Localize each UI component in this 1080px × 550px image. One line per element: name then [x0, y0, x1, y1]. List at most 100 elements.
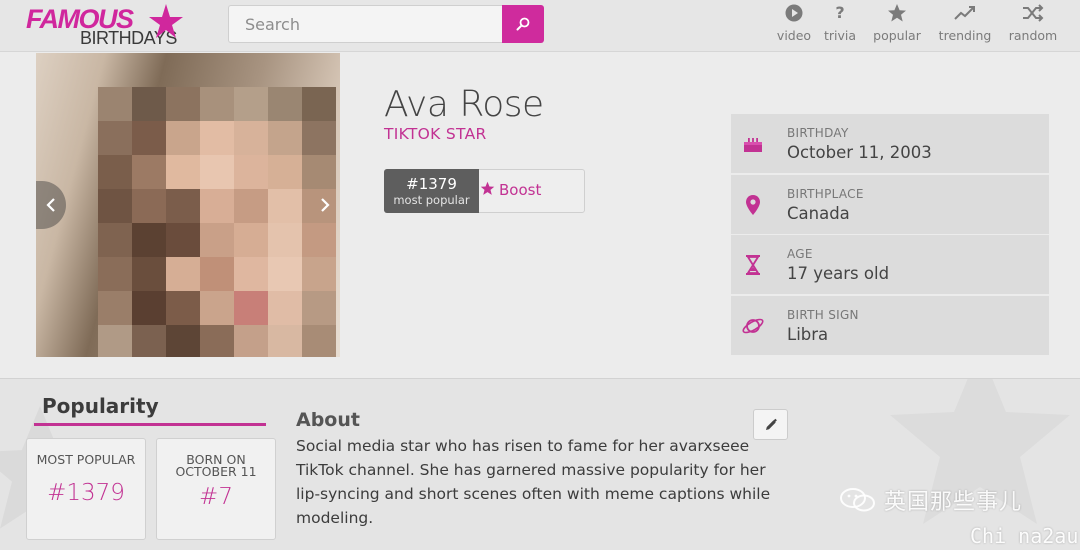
mosaic-pixel — [98, 291, 132, 325]
mosaic-pixel — [166, 189, 200, 223]
mosaic-pixel — [302, 121, 336, 155]
fact-label: BIRTHPLACE — [787, 187, 864, 201]
rank-badge[interactable]: #1379 most popular — [384, 169, 479, 213]
mosaic-pixel — [302, 291, 336, 325]
nav-label: random — [1008, 28, 1058, 43]
mosaic-pixel — [234, 325, 268, 357]
mosaic-pixel — [132, 291, 166, 325]
rank-number: #1379 — [406, 175, 457, 193]
fact-birth-sign: BIRTH SIGN Libra — [731, 296, 1049, 355]
mosaic-pixel — [132, 223, 166, 257]
watermark-text: 英国那些事儿 — [884, 490, 1023, 515]
nav-popular[interactable]: popular — [872, 3, 922, 49]
mosaic-pixel — [234, 87, 268, 121]
fact-birthplace: BIRTHPLACE Canada — [731, 175, 1049, 234]
mosaic-pixel — [302, 87, 336, 121]
pencil-icon — [765, 418, 777, 430]
facts-panel: BIRTHDAY October 11, 2003 BIRTHPLACE Can… — [731, 114, 1049, 355]
search-button[interactable] — [502, 5, 544, 43]
search-bar — [228, 5, 544, 43]
nav-label: video — [776, 28, 812, 43]
boost-button[interactable]: Boost — [480, 181, 541, 199]
mosaic-pixel — [132, 257, 166, 291]
hourglass-icon — [746, 255, 760, 275]
location-pin-icon — [746, 195, 760, 215]
nav-video[interactable]: video — [774, 3, 814, 49]
nav-trivia[interactable]: ? trivia — [822, 3, 858, 49]
mosaic-pixel — [200, 223, 234, 257]
fact-value[interactable]: October 11, 2003 — [787, 143, 932, 162]
edit-button[interactable] — [753, 409, 788, 440]
mosaic-pixel — [166, 155, 200, 189]
fact-birthday: BIRTHDAY October 11, 2003 — [731, 114, 1049, 173]
mosaic-pixel — [268, 155, 302, 189]
cake-icon — [744, 138, 762, 152]
mosaic-pixel — [132, 87, 166, 121]
fact-value[interactable]: Libra — [787, 325, 828, 344]
photo-next-button[interactable] — [310, 181, 340, 229]
card-value: #1379 — [47, 480, 125, 506]
mosaic-pixel — [268, 257, 302, 291]
profession-link[interactable]: TIKTOK STAR — [384, 125, 487, 143]
mosaic-pixel — [234, 189, 268, 223]
mosaic-pixel — [268, 325, 302, 357]
card-caption-line2: OCTOBER 11 — [175, 464, 257, 479]
mosaic-pixel — [200, 87, 234, 121]
mosaic-pixel — [98, 87, 132, 121]
nav-label: trending — [938, 28, 992, 43]
chevron-right-icon — [321, 198, 330, 212]
profile-photo — [36, 53, 340, 357]
popularity-title: Popularity — [42, 394, 159, 418]
mosaic-pixel — [166, 87, 200, 121]
mosaic-pixel — [268, 223, 302, 257]
mosaic-pixel — [234, 121, 268, 155]
mosaic-pixel — [200, 291, 234, 325]
celebrity-name: Ava Rose — [384, 84, 544, 125]
mosaic-pixel — [268, 189, 302, 223]
popularity-card-most-popular[interactable]: MOST POPULAR #1379 — [26, 438, 146, 540]
site-header: FAMOUS BIRTHDAYS video ? trivia — [0, 0, 1080, 52]
mosaic-pixel — [166, 291, 200, 325]
mosaic-pixel — [200, 325, 234, 357]
mosaic-pixel — [98, 189, 132, 223]
fact-value[interactable]: Canada — [787, 204, 850, 223]
mosaic-pixel — [132, 325, 166, 357]
about-text: Social media star who has risen to fame … — [296, 437, 771, 527]
question-icon: ? — [835, 3, 845, 22]
logo-star-icon — [149, 4, 183, 38]
rank-boost-widget: #1379 most popular Boost — [384, 169, 585, 213]
boost-label: Boost — [499, 181, 542, 199]
nav-trending[interactable]: trending — [938, 3, 992, 49]
mosaic-pixel — [200, 189, 234, 223]
nav-label: popular — [873, 28, 921, 43]
fact-value: 17 years old — [787, 264, 890, 283]
mosaic-pixel — [302, 325, 336, 357]
nav-label: trivia — [823, 28, 857, 43]
mosaic-pixel — [98, 223, 132, 257]
mosaic-pixel — [302, 257, 336, 291]
play-icon — [774, 3, 814, 25]
search-input[interactable] — [228, 5, 503, 43]
popularity-underline — [34, 423, 266, 426]
fact-label: BIRTHDAY — [787, 126, 849, 140]
mosaic-pixel — [98, 121, 132, 155]
nav-random[interactable]: random — [1008, 3, 1058, 49]
mosaic-pixel — [234, 257, 268, 291]
mosaic-pixel — [200, 121, 234, 155]
details-section: Popularity MOST POPULAR #1379 BORN ON OC… — [0, 378, 1080, 550]
popularity-card-born-on[interactable]: BORN ON OCTOBER 11 #7 — [156, 438, 276, 540]
mosaic-pixel — [200, 155, 234, 189]
mosaic-pixel — [268, 291, 302, 325]
trending-icon — [938, 3, 992, 25]
mosaic-pixel — [268, 121, 302, 155]
mosaic-pixel — [166, 121, 200, 155]
site-logo[interactable]: FAMOUS BIRTHDAYS — [26, 4, 186, 48]
watermark-source: Chi na2au — [970, 524, 1079, 548]
mosaic-pixel — [234, 155, 268, 189]
search-icon — [516, 17, 530, 31]
mosaic-pixel — [166, 325, 200, 357]
mosaic-pixel — [98, 325, 132, 357]
card-value: #7 — [199, 484, 233, 510]
watermark: 英国那些事儿 — [838, 484, 1022, 516]
mosaic-pixel — [132, 189, 166, 223]
